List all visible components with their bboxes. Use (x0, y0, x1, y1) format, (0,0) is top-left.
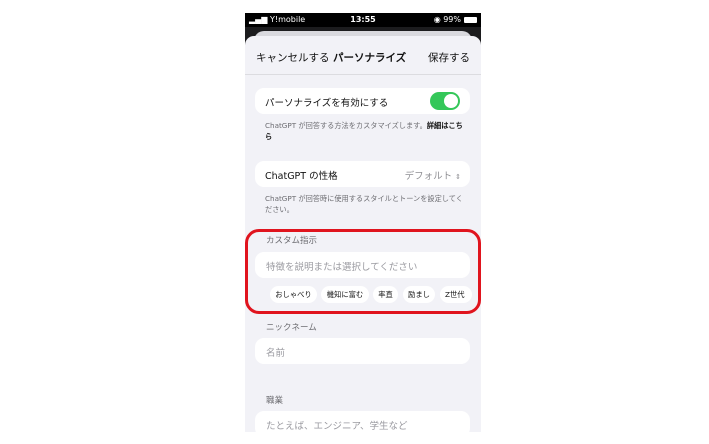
cancel-button[interactable]: キャンセルする (256, 50, 330, 65)
nickname-title: ニックネーム (266, 323, 317, 333)
personalize-toggle-label: パーソナライズを有効にする (265, 98, 389, 109)
personality-value: デフォルト ⇕ (404, 171, 461, 182)
phone-screen: ▂▄▆ Y!mobile 13:55 ◉ 99% キャンセルする パーソナライズ… (245, 13, 481, 432)
occupation-title: 職業 (266, 396, 284, 406)
status-bar: ▂▄▆ Y!mobile 13:55 ◉ 99% (245, 13, 481, 27)
personality-label: ChatGPT の性格 (265, 171, 338, 182)
personalize-toggle-row[interactable]: パーソナライズを有効にする (255, 88, 470, 114)
battery-percent: ◉ 99% (433, 15, 461, 24)
chevron-updown-icon: ⇕ (455, 173, 461, 181)
page-title: パーソナライズ (333, 52, 407, 64)
nickname-placeholder: 名前 (266, 348, 286, 359)
occupation-placeholder: たとえば、エンジニア、学生など (266, 421, 408, 432)
occupation-input[interactable]: たとえば、エンジニア、学生など (255, 411, 470, 432)
personality-row[interactable]: ChatGPT の性格 デフォルト ⇕ (255, 161, 470, 187)
location-icon: ◉ (433, 15, 444, 24)
toggle-knob (444, 94, 458, 108)
highlight-box (245, 229, 481, 314)
personalize-caption: ChatGPT が回答する方法をカスタマイズします。詳細はこちら (265, 121, 463, 141)
nav-bar: キャンセルする パーソナライズ 保存する (245, 36, 481, 75)
battery-icon (464, 17, 477, 23)
nickname-input[interactable]: 名前 (255, 338, 470, 364)
personality-caption: ChatGPT が回答時に使用するスタイルとトーンを設定してください。 (265, 194, 463, 214)
save-button[interactable]: 保存する (428, 50, 470, 65)
personalize-toggle[interactable] (430, 92, 460, 110)
